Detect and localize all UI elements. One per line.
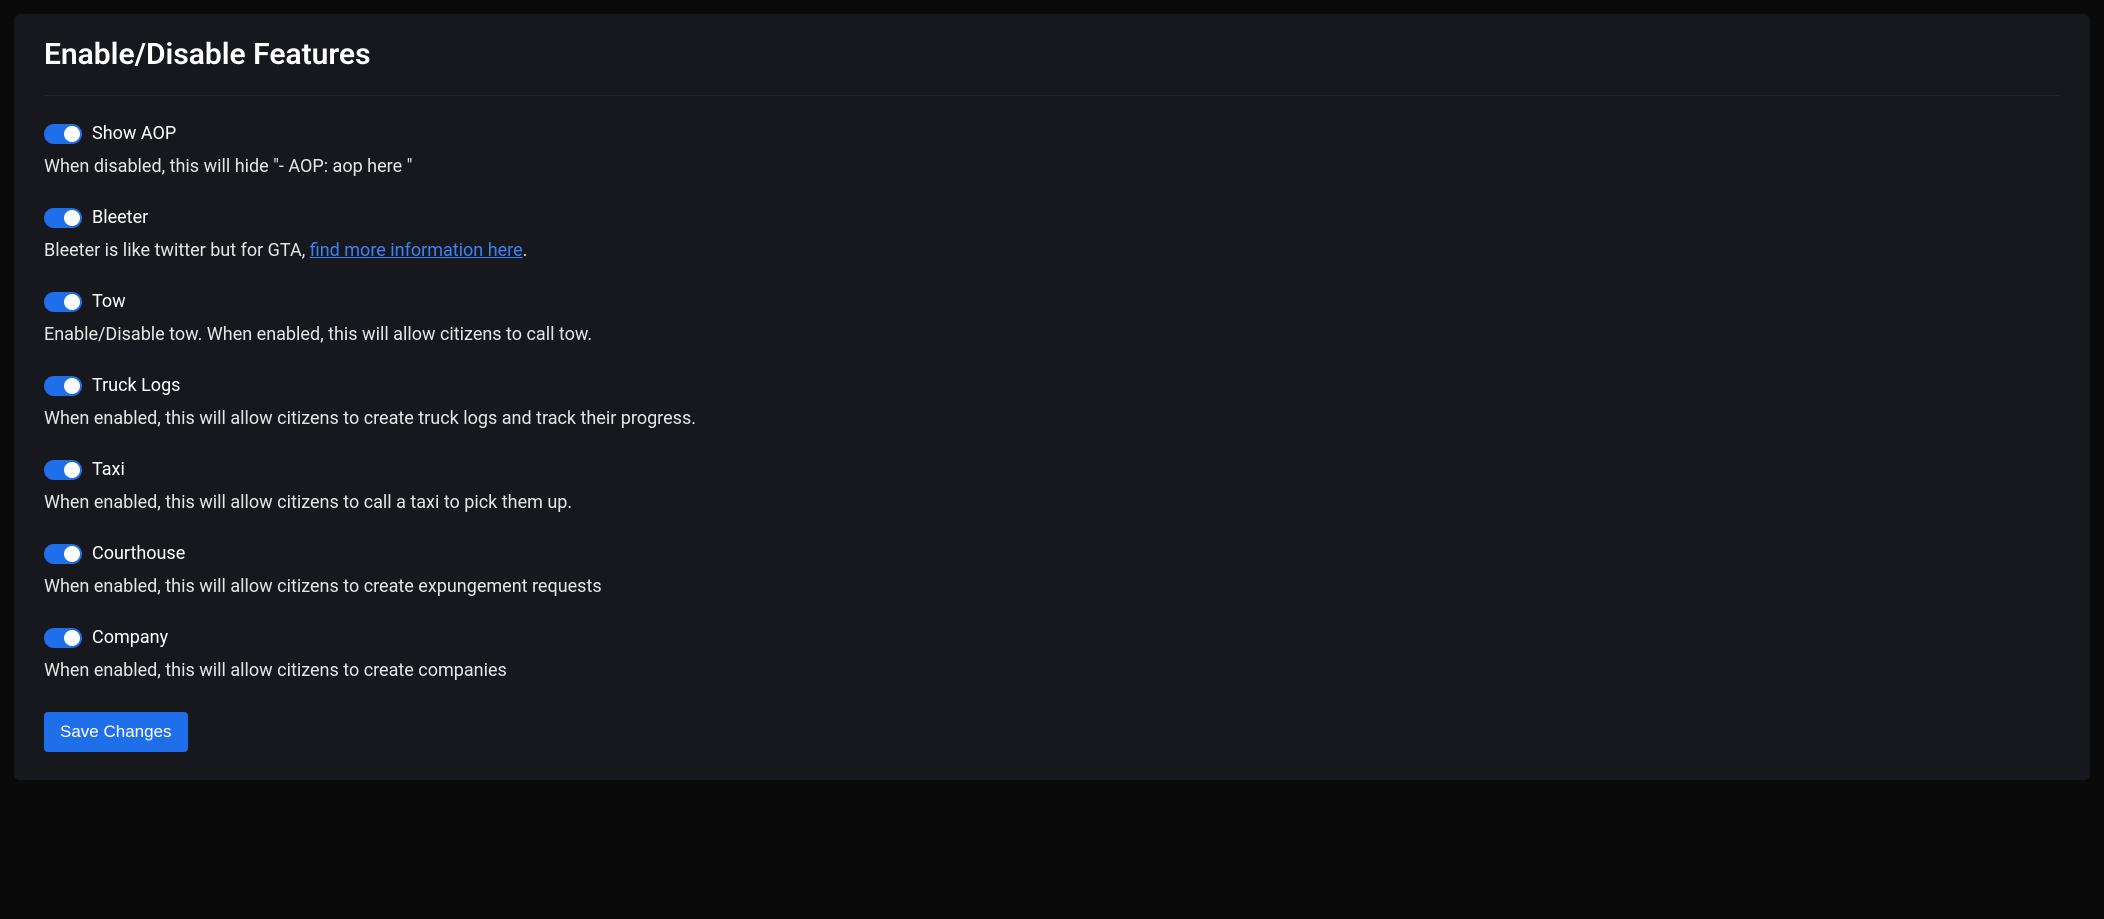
toggle-company[interactable] [44, 628, 82, 648]
feature-truck-logs: Truck Logs When enabled, this will allow… [44, 372, 2060, 432]
feature-label: Bleeter [92, 204, 148, 231]
save-changes-button[interactable]: Save Changes [44, 712, 188, 752]
feature-desc: When enabled, this will allow citizens t… [44, 489, 2060, 516]
feature-courthouse: Courthouse When enabled, this will allow… [44, 540, 2060, 600]
feature-desc: Bleeter is like twitter but for GTA, fin… [44, 237, 2060, 264]
feature-label: Company [92, 624, 168, 651]
feature-taxi: Taxi When enabled, this will allow citiz… [44, 456, 2060, 516]
feature-desc: When enabled, this will allow citizens t… [44, 573, 2060, 600]
toggle-knob [64, 630, 80, 646]
feature-desc: When enabled, this will allow citizens t… [44, 657, 2060, 684]
feature-desc: Enable/Disable tow. When enabled, this w… [44, 321, 2060, 348]
feature-row: Show AOP [44, 120, 2060, 147]
toggle-taxi[interactable] [44, 460, 82, 480]
feature-row: Taxi [44, 456, 2060, 483]
feature-row: Truck Logs [44, 372, 2060, 399]
toggle-tow[interactable] [44, 292, 82, 312]
toggle-courthouse[interactable] [44, 544, 82, 564]
feature-show-aop: Show AOP When disabled, this will hide "… [44, 120, 2060, 180]
toggle-bleeter[interactable] [44, 208, 82, 228]
feature-row: Courthouse [44, 540, 2060, 567]
toggle-knob [64, 462, 80, 478]
toggle-truck-logs[interactable] [44, 376, 82, 396]
bleeter-info-link[interactable]: find more information here [310, 240, 523, 261]
feature-tow: Tow Enable/Disable tow. When enabled, th… [44, 288, 2060, 348]
feature-company: Company When enabled, this will allow ci… [44, 624, 2060, 684]
features-panel: Enable/Disable Features Show AOP When di… [14, 14, 2090, 780]
desc-prefix: Bleeter is like twitter but for GTA, [44, 240, 310, 261]
feature-bleeter: Bleeter Bleeter is like twitter but for … [44, 204, 2060, 264]
feature-label: Taxi [92, 456, 125, 483]
toggle-knob [64, 378, 80, 394]
panel-title: Enable/Disable Features [44, 32, 2060, 96]
toggle-show-aop[interactable] [44, 124, 82, 144]
toggle-knob [64, 546, 80, 562]
toggle-knob [64, 294, 80, 310]
feature-label: Show AOP [92, 120, 176, 147]
feature-label: Truck Logs [92, 372, 180, 399]
desc-suffix: . [523, 240, 528, 261]
feature-row: Company [44, 624, 2060, 651]
feature-label: Courthouse [92, 540, 185, 567]
feature-desc: When enabled, this will allow citizens t… [44, 405, 2060, 432]
toggle-knob [64, 210, 80, 226]
toggle-knob [64, 126, 80, 142]
feature-label: Tow [92, 288, 126, 315]
feature-desc: When disabled, this will hide "- AOP: ao… [44, 153, 2060, 180]
feature-row: Tow [44, 288, 2060, 315]
feature-row: Bleeter [44, 204, 2060, 231]
